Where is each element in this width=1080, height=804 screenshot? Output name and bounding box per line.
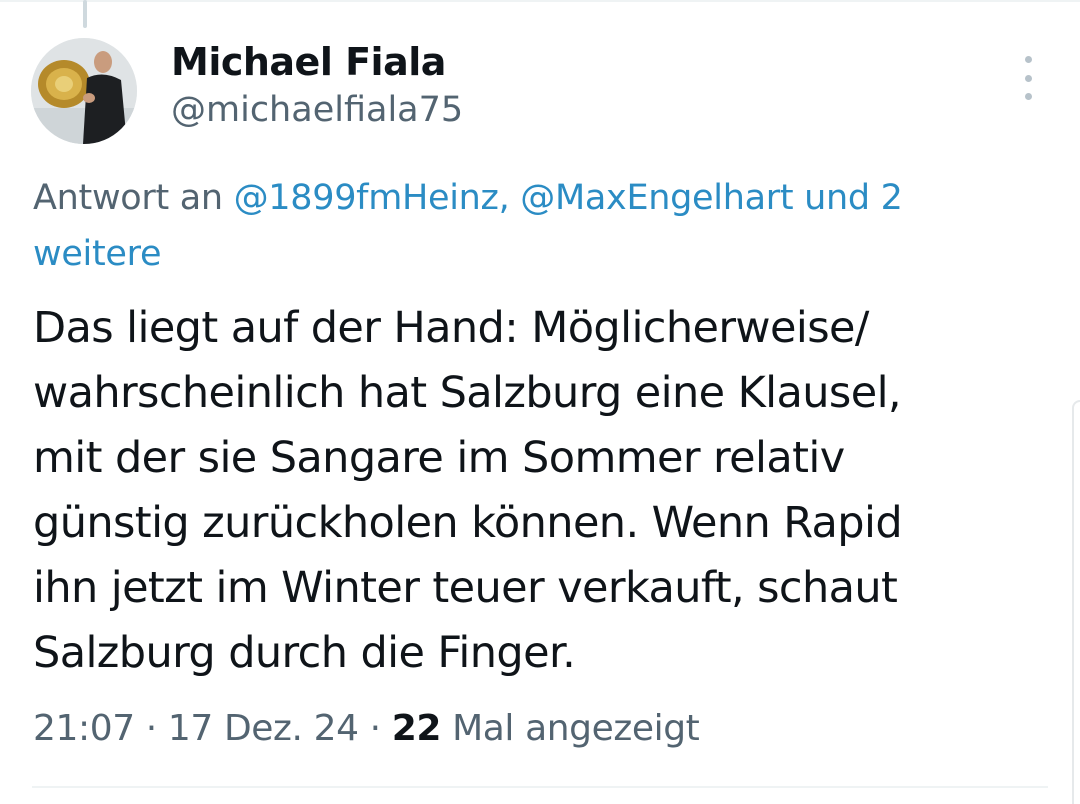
thread-connector-line bbox=[83, 0, 87, 28]
scroll-edge bbox=[1072, 400, 1080, 804]
mention-link[interactable]: @1899fmHeinz bbox=[234, 178, 499, 218]
more-vertical-icon bbox=[1024, 56, 1032, 63]
views-count[interactable]: 22 bbox=[392, 708, 442, 749]
tweet-metadata: 21:07 · 17 Dez. 24 · 22 Mal angezeigt bbox=[33, 703, 700, 755]
meta-separator: · bbox=[358, 708, 392, 749]
top-divider bbox=[0, 0, 1080, 2]
bottom-divider bbox=[32, 786, 1048, 788]
tweet-date[interactable]: 17 Dez. 24 bbox=[168, 708, 359, 749]
mention-link[interactable]: @MaxEngelhart bbox=[520, 178, 793, 218]
tweet-time[interactable]: 21:07 bbox=[33, 708, 135, 749]
author-name[interactable]: Michael Fiala bbox=[171, 40, 446, 84]
reply-prefix: Antwort an bbox=[33, 178, 234, 218]
mention-separator: , bbox=[498, 178, 521, 218]
avatar[interactable] bbox=[31, 38, 137, 144]
more-vertical-icon-dot bbox=[1024, 74, 1032, 82]
profile-photo-icon bbox=[31, 38, 137, 144]
meta-separator: · bbox=[134, 708, 168, 749]
more-vertical-icon-dot bbox=[1024, 93, 1032, 100]
more-options-button[interactable] bbox=[1008, 56, 1048, 100]
views-label: Mal angezeigt bbox=[441, 708, 700, 749]
reply-context: Antwort an @1899fmHeinz, @MaxEngelhart u… bbox=[33, 170, 1023, 282]
author-handle[interactable]: @michaelfiala75 bbox=[171, 90, 463, 130]
tweet-text: Das liegt auf der Hand: Möglicherweise/ … bbox=[33, 303, 903, 678]
